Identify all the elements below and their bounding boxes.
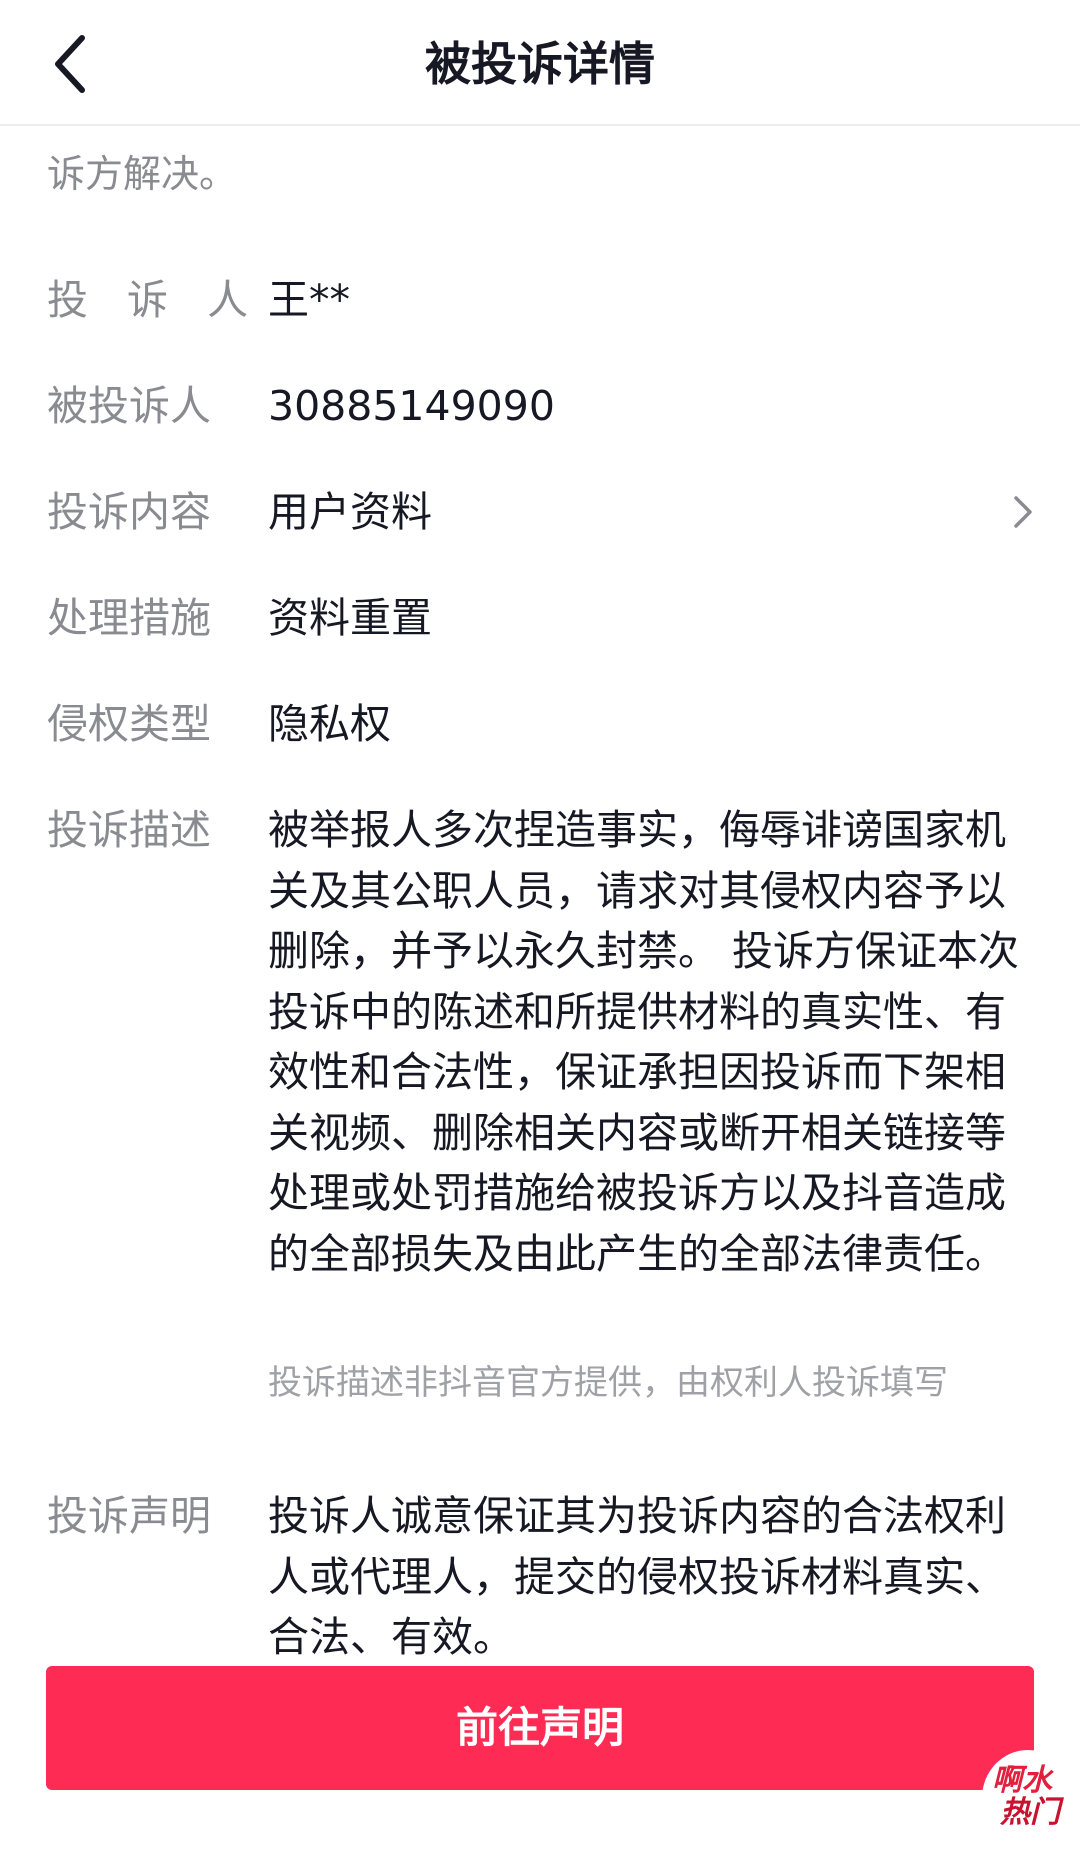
go-to-statement-button[interactable]: 前往声明 bbox=[46, 1666, 1034, 1790]
field-value: 王** bbox=[268, 276, 350, 324]
watermark-logo: 啊水 热门 bbox=[982, 1750, 1074, 1846]
field-value-declaration: 投诉人诚意保证其为投诉内容的合法权利人或代理人，提交的侵权投诉材料真实、合法、有… bbox=[268, 1492, 1006, 1660]
field-value: 30885149090 bbox=[268, 382, 555, 430]
watermark-text: 啊水 bbox=[992, 1763, 1052, 1798]
field-value: 用户资料 bbox=[268, 488, 432, 536]
chevron-right-icon bbox=[1004, 494, 1040, 530]
top-navigation-bar: 被投诉详情 bbox=[0, 0, 1080, 126]
field-value: 资料重置 bbox=[268, 594, 432, 642]
field-label: 投诉内容 bbox=[47, 488, 211, 536]
description-note: 投诉描述非抖音官方提供，由权利人投诉填写 bbox=[268, 1363, 948, 1403]
field-label: 处理措施 bbox=[47, 594, 211, 642]
field-label: 投诉描述 bbox=[47, 806, 211, 854]
truncated-previous-text: 诉方解决。 bbox=[47, 152, 238, 196]
complaint-detail-content[interactable]: 诉方解决。 投 诉 人 王** 被投诉人 30885149090 投诉内容 用户… bbox=[0, 128, 1080, 1660]
field-value: 隐私权 bbox=[268, 700, 391, 748]
field-value-description: 被举报人多次捏造事实，侮辱诽谤国家机关及其公职人员，请求对其侵权内容予以删除，并… bbox=[268, 806, 1020, 1278]
field-label: 侵权类型 bbox=[47, 700, 211, 748]
watermark-text: 热门 bbox=[1000, 1795, 1060, 1830]
field-label: 投诉声明 bbox=[47, 1492, 211, 1540]
field-row-complaint-content[interactable]: 投诉内容 用户资料 bbox=[0, 482, 1080, 542]
field-label: 投 诉 人 bbox=[47, 276, 262, 324]
field-label: 被投诉人 bbox=[47, 382, 211, 430]
page-title: 被投诉详情 bbox=[425, 37, 655, 91]
